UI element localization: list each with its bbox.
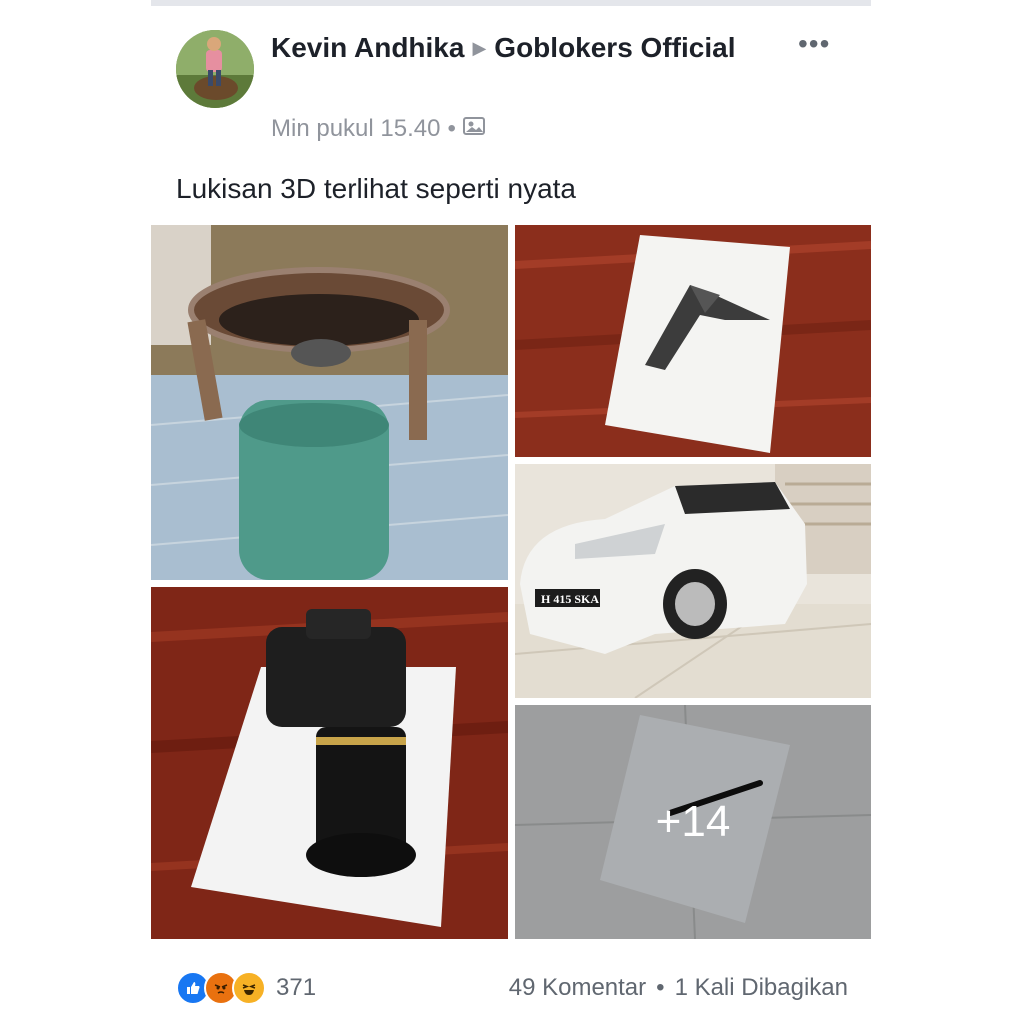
post-timestamp[interactable]: Min pukul 15.40 <box>271 114 440 144</box>
photo-pen-more[interactable]: +14 <box>515 705 871 939</box>
engagement-stats: 49 Komentar • 1 Kali Dibagikan <box>509 974 848 1002</box>
reaction-count: 371 <box>276 974 317 1001</box>
photo-gas-stove[interactable] <box>151 225 508 580</box>
photo-camera[interactable] <box>151 587 508 939</box>
haha-icon <box>232 971 266 1005</box>
stats-separator: • <box>656 974 665 1001</box>
post-meta: Min pukul 15.40 • <box>271 114 485 144</box>
photo-knife[interactable] <box>515 225 871 457</box>
reactions-summary[interactable]: 371 <box>176 971 316 1005</box>
post-footer: 371 49 Komentar • 1 Kali Dibagikan <box>176 968 848 1008</box>
license-plate: H 415 SKA <box>541 592 599 606</box>
avatar[interactable] <box>176 30 254 108</box>
post-caption: Lukisan 3D terlihat seperti nyata <box>176 173 576 204</box>
group-name[interactable]: Goblokers Official <box>494 32 735 63</box>
arrow-right-icon: ▶ <box>472 38 487 58</box>
comments-link[interactable]: 49 Komentar <box>509 974 646 1002</box>
photo-icon <box>462 114 485 144</box>
top-divider <box>151 0 871 6</box>
author-name[interactable]: Kevin Andhika <box>271 32 464 63</box>
more-photos-count[interactable]: +14 <box>515 705 871 939</box>
post-author-line: Kevin Andhika ▶ Goblokers Official <box>271 29 771 67</box>
shares-link[interactable]: 1 Kali Dibagikan <box>675 974 848 1002</box>
meta-separator: • <box>447 115 456 142</box>
photo-car[interactable]: H 415 SKA <box>515 464 871 698</box>
more-options-icon[interactable]: ••• <box>798 30 830 58</box>
